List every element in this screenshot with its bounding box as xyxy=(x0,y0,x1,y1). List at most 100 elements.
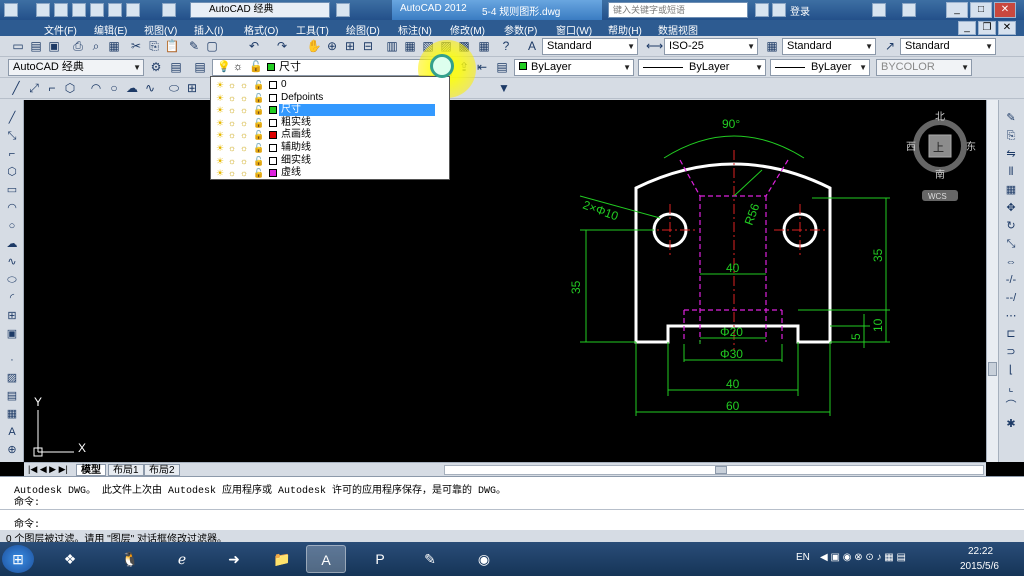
bulb-icon[interactable]: ☀ xyxy=(215,143,225,153)
exchange-icon[interactable] xyxy=(872,3,886,17)
green-browser-icon[interactable]: ➜ xyxy=(214,545,254,573)
arc-icon[interactable]: ◠ xyxy=(88,80,104,96)
clock-time[interactable]: 22:22 xyxy=(968,546,993,557)
dim-style-select[interactable]: ISO-25 ▼ xyxy=(664,38,758,55)
lock-icon[interactable]: 🔓 xyxy=(253,143,264,153)
preview-icon[interactable]: ⌕ xyxy=(88,38,104,54)
array-icon[interactable]: ▦ xyxy=(1003,182,1019,198)
block-editor-icon[interactable]: ▢ xyxy=(204,38,220,54)
freeze-icon[interactable]: ☼ xyxy=(227,156,237,166)
powerpoint-icon[interactable]: P xyxy=(360,545,400,573)
bulb-icon[interactable]: ☀ xyxy=(215,130,225,140)
join-icon[interactable]: ⊃ xyxy=(1003,344,1019,360)
windows-flag-icon[interactable]: ❖ xyxy=(50,545,90,573)
mtext-side-icon[interactable]: A xyxy=(4,424,20,440)
menu-file[interactable]: 文件(F) xyxy=(44,22,77,37)
erase-icon[interactable]: ✎ xyxy=(1003,110,1019,126)
menu-view[interactable]: 视图(V) xyxy=(144,22,177,37)
horizontal-scrollbar[interactable] xyxy=(444,465,984,475)
tray-icons[interactable]: ◀ ▣ ◉ ⊗ ⊙ ♪ ▦ ▤ xyxy=(820,552,906,563)
viewport-freeze-icon[interactable]: ☼ xyxy=(239,156,249,166)
viewcube-west[interactable]: 西 xyxy=(906,142,916,153)
doc-restore-button[interactable]: ❐ xyxy=(978,21,996,35)
extend-icon[interactable]: --/ xyxy=(1003,290,1019,306)
layer-row[interactable]: ☀ ☼ ☼ 🔓 虚线 xyxy=(211,167,449,180)
viewcube[interactable]: 上 北 南 东 西 WCS xyxy=(906,111,976,201)
add-selected-side-icon[interactable]: ⊕ xyxy=(4,442,20,458)
wcs-menu[interactable]: WCS xyxy=(928,192,947,201)
pline-side-icon[interactable]: ⌐ xyxy=(4,146,20,162)
redo-toolbar-icon[interactable]: ↷ xyxy=(274,38,290,54)
pan-icon[interactable]: ✋ xyxy=(306,38,322,54)
layer-color-swatch[interactable] xyxy=(269,106,277,115)
dim-style-icon[interactable]: ⟷ xyxy=(646,38,663,54)
stretch-icon[interactable]: ⇔ xyxy=(1003,254,1019,270)
layer-previous-icon[interactable]: ⇤ xyxy=(474,59,490,75)
rotate-icon[interactable]: ↻ xyxy=(1003,218,1019,234)
layer-row[interactable]: ☀ ☼ ☼ 🔓 辅助线 xyxy=(211,142,449,155)
doc-close-button[interactable]: ✕ xyxy=(998,21,1016,35)
spline-icon[interactable]: ∿ xyxy=(142,80,158,96)
layer-color-swatch[interactable] xyxy=(269,118,277,127)
table-style-icon[interactable]: ▦ xyxy=(764,38,780,54)
move-icon[interactable]: ✥ xyxy=(1003,200,1019,216)
line-icon[interactable]: ╱ xyxy=(8,80,24,96)
layer-row[interactable]: ☀ ☼ ☼ 🔓 0 xyxy=(211,79,449,92)
viewport-freeze-icon[interactable]: ☼ xyxy=(239,130,249,140)
freeze-icon[interactable]: ☼ xyxy=(227,168,237,178)
redo-icon[interactable] xyxy=(162,3,176,17)
dropdown-arrow-highlighted[interactable] xyxy=(430,54,454,78)
viewcube-south[interactable]: 南 xyxy=(935,168,945,181)
viewcube-north[interactable]: 北 xyxy=(935,111,945,123)
minimize-button[interactable]: _ xyxy=(946,2,968,18)
layer-dropdown-list[interactable]: ☀ ☼ ☼ 🔓 0 ☀ ☼ ☼ 🔓 Defpoints ☀ ☼ ☼ 🔓 尺寸 ☀ ☼ ☼ 🔓 粗实线 ☀ ☼ ☼ 🔓 点画线 ☀ ☼… xyxy=(210,76,450,180)
recorder-icon[interactable]: ◉ xyxy=(464,545,504,573)
lock-icon[interactable]: 🔓 xyxy=(253,130,264,140)
blend-icon[interactable]: ⌒ xyxy=(1003,398,1019,414)
start-button[interactable]: ⊞ xyxy=(2,545,34,573)
design-center-icon[interactable]: ▦ xyxy=(402,38,418,54)
layer-select[interactable]: 💡 ☼ 🔓 尺寸 xyxy=(212,59,452,76)
layer-row[interactable]: ☀ ☼ ☼ 🔓 点画线 xyxy=(211,129,449,142)
viewport-freeze-icon[interactable]: ☼ xyxy=(239,93,249,103)
layer-color-swatch[interactable] xyxy=(269,81,277,89)
layer-color-swatch[interactable] xyxy=(269,169,277,178)
layer-row[interactable]: ☀ ☼ ☼ 🔓 细实线 xyxy=(211,155,449,168)
freeze-icon[interactable]: ☼ xyxy=(227,130,237,140)
trim-icon[interactable]: -/- xyxy=(1003,272,1019,288)
layer-row[interactable]: ☀ ☼ ☼ 🔓 Defpoints xyxy=(211,92,449,105)
save-icon[interactable] xyxy=(72,3,86,17)
help-search-input[interactable]: 键入关键字或短语 xyxy=(608,2,748,18)
explorer-icon[interactable]: 📁 xyxy=(262,545,302,573)
zoom-previous-icon[interactable]: ⊟ xyxy=(360,38,376,54)
maximize-button[interactable]: □ xyxy=(970,2,992,18)
login-link[interactable]: 登录 xyxy=(790,3,810,18)
copy-icon[interactable]: ⎘ xyxy=(146,38,162,54)
calculator-icon[interactable]: ▦ xyxy=(476,38,492,54)
paste-icon[interactable]: 📋 xyxy=(164,38,180,54)
viewcube-east[interactable]: 东 xyxy=(966,140,976,153)
bulb-icon[interactable]: ☀ xyxy=(215,80,225,90)
color-select[interactable]: ByLayer ▼ xyxy=(514,59,634,76)
hatch-side-icon[interactable]: ▨ xyxy=(4,370,20,386)
workspace-select[interactable]: AutoCAD 经典 xyxy=(190,2,330,18)
workspace-settings-icon[interactable] xyxy=(336,3,350,17)
bulb-icon[interactable]: ☀ xyxy=(215,93,225,103)
lineweight-select[interactable]: ByLayer ▼ xyxy=(770,59,870,76)
offset-icon[interactable]: ⫴ xyxy=(1003,164,1019,180)
properties-icon[interactable]: ▥ xyxy=(384,38,400,54)
save-as-icon[interactable] xyxy=(90,3,104,17)
layer-color-swatch[interactable] xyxy=(269,144,277,152)
tab-model[interactable]: 模型 xyxy=(76,464,106,476)
menu-help[interactable]: 帮助(H) xyxy=(608,22,642,37)
tab-nav-arrows[interactable]: |◀ ◀ ▶ ▶| xyxy=(28,464,68,475)
plotstyle-select[interactable]: BYCOLOR ▼ xyxy=(876,59,972,76)
circle-icon[interactable]: ○ xyxy=(106,80,122,96)
cut-icon[interactable]: ✂ xyxy=(128,38,144,54)
point-side-icon[interactable]: · xyxy=(4,352,20,368)
user-icon[interactable] xyxy=(772,3,786,17)
insert-block-icon[interactable]: ⊞ xyxy=(184,80,200,96)
open-file-icon[interactable] xyxy=(54,3,68,17)
plot-icon[interactable]: ⎙ xyxy=(70,38,86,54)
lock-icon[interactable]: 🔓 xyxy=(253,105,264,115)
